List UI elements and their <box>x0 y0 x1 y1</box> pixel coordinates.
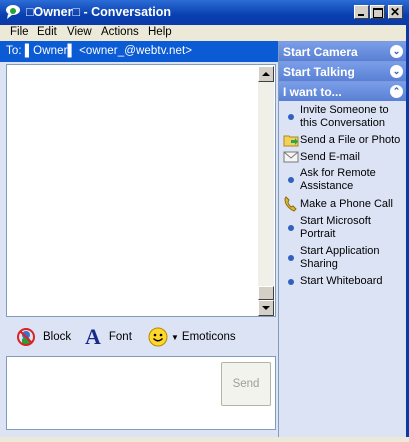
task-remote-assistance[interactable]: Ask for Remote Assistance <box>279 166 406 193</box>
scroll-down-button[interactable] <box>258 300 274 316</box>
bullet-icon <box>283 274 299 290</box>
start-talking-label: Start Talking <box>283 65 355 79</box>
conversation-history[interactable] <box>6 64 276 317</box>
send-label: Send <box>232 378 260 390</box>
task-send-file[interactable]: Send a File or Photo <box>279 132 406 148</box>
task-send-file-label: Send a File or Photo <box>300 134 401 146</box>
minimize-icon <box>358 14 364 16</box>
folder-icon <box>283 135 299 147</box>
smiley-icon <box>148 327 168 347</box>
status-strip <box>0 437 409 442</box>
bullet-icon <box>283 172 299 188</box>
chevron-down-icon[interactable]: ⌄ <box>390 45 403 58</box>
scroll-up-button[interactable] <box>258 66 274 82</box>
chevron-down-icon[interactable]: ⌄ <box>390 65 403 78</box>
chevron-up-icon[interactable]: ⌃ <box>390 85 403 98</box>
close-button[interactable]: ✕ <box>388 5 403 19</box>
history-scrollbar[interactable] <box>258 66 274 316</box>
task-whiteboard-label: Start Whiteboard <box>300 275 383 287</box>
i-want-to-label: I want to... <box>283 85 342 99</box>
menu-file[interactable]: File <box>10 26 29 38</box>
start-talking-section[interactable]: Start Talking ⌄ <box>279 62 406 81</box>
bullet-icon <box>283 220 299 236</box>
messenger-icon <box>6 5 20 19</box>
scroll-thumb[interactable] <box>258 286 274 300</box>
font-label: Font <box>108 331 132 343</box>
task-whiteboard[interactable]: Start Whiteboard <box>279 274 406 290</box>
start-camera-label: Start Camera <box>283 45 358 59</box>
recipient-label: To: ▌Owner▌ <owner_@webtv.net> <box>6 45 193 57</box>
task-send-email-label: Send E-mail <box>300 151 360 163</box>
task-remote-assistance-label: Ask for Remote Assistance <box>300 167 376 192</box>
bullet-icon <box>283 109 299 125</box>
minimize-button[interactable] <box>354 5 369 19</box>
task-list: Invite Someone to this Conversation Send… <box>279 101 406 437</box>
menu-edit[interactable]: Edit <box>37 26 57 38</box>
emoticons-label: Emoticons <box>181 331 236 343</box>
block-label: Block <box>43 331 72 343</box>
task-app-sharing-label: Start Application Sharing <box>300 245 380 270</box>
message-toolbar: Block A Font ▼ Emoticons <box>6 319 276 355</box>
phone-icon <box>284 196 297 212</box>
task-invite[interactable]: Invite Someone to this Conversation <box>279 103 406 130</box>
task-send-email[interactable]: Send E-mail <box>279 149 406 165</box>
to-bar: To: ▌Owner▌ <owner_@webtv.net> <box>0 41 278 62</box>
task-portrait-label: Start Microsoft Portrait <box>300 215 371 240</box>
menu-bar: File Edit View Actions Help <box>0 25 409 41</box>
dropdown-arrow-icon: ▼ <box>171 332 179 342</box>
block-button[interactable]: Block <box>16 319 71 355</box>
close-icon: ✕ <box>390 5 401 19</box>
menu-help[interactable]: Help <box>148 26 172 38</box>
envelope-icon <box>283 151 299 163</box>
task-phone-call-label: Make a Phone Call <box>300 198 393 210</box>
bullet-icon <box>283 250 299 266</box>
window-title: □Owner□ - Conversation <box>26 5 171 19</box>
maximize-icon <box>373 8 383 18</box>
block-icon <box>17 328 35 346</box>
task-app-sharing[interactable]: Start Application Sharing <box>279 244 406 271</box>
task-portrait[interactable]: Start Microsoft Portrait <box>279 214 406 241</box>
font-icon: A <box>85 324 101 349</box>
send-button[interactable]: Send <box>221 362 271 406</box>
arrow-up-icon <box>262 72 270 76</box>
i-want-to-section[interactable]: I want to... ⌃ <box>279 82 406 101</box>
start-camera-section[interactable]: Start Camera ⌄ <box>279 42 406 61</box>
task-invite-label: Invite Someone to this Conversation <box>300 104 389 129</box>
tasks-pane: Start Camera ⌄ Start Talking ⌄ I want to… <box>279 41 406 437</box>
menu-view[interactable]: View <box>67 26 92 38</box>
task-phone-call[interactable]: Make a Phone Call <box>279 196 406 212</box>
maximize-button[interactable] <box>370 5 385 19</box>
font-button[interactable]: A Font <box>85 319 132 355</box>
arrow-down-icon <box>262 306 270 310</box>
menu-actions[interactable]: Actions <box>101 26 139 38</box>
emoticons-button[interactable]: ▼ Emoticons <box>148 319 236 355</box>
